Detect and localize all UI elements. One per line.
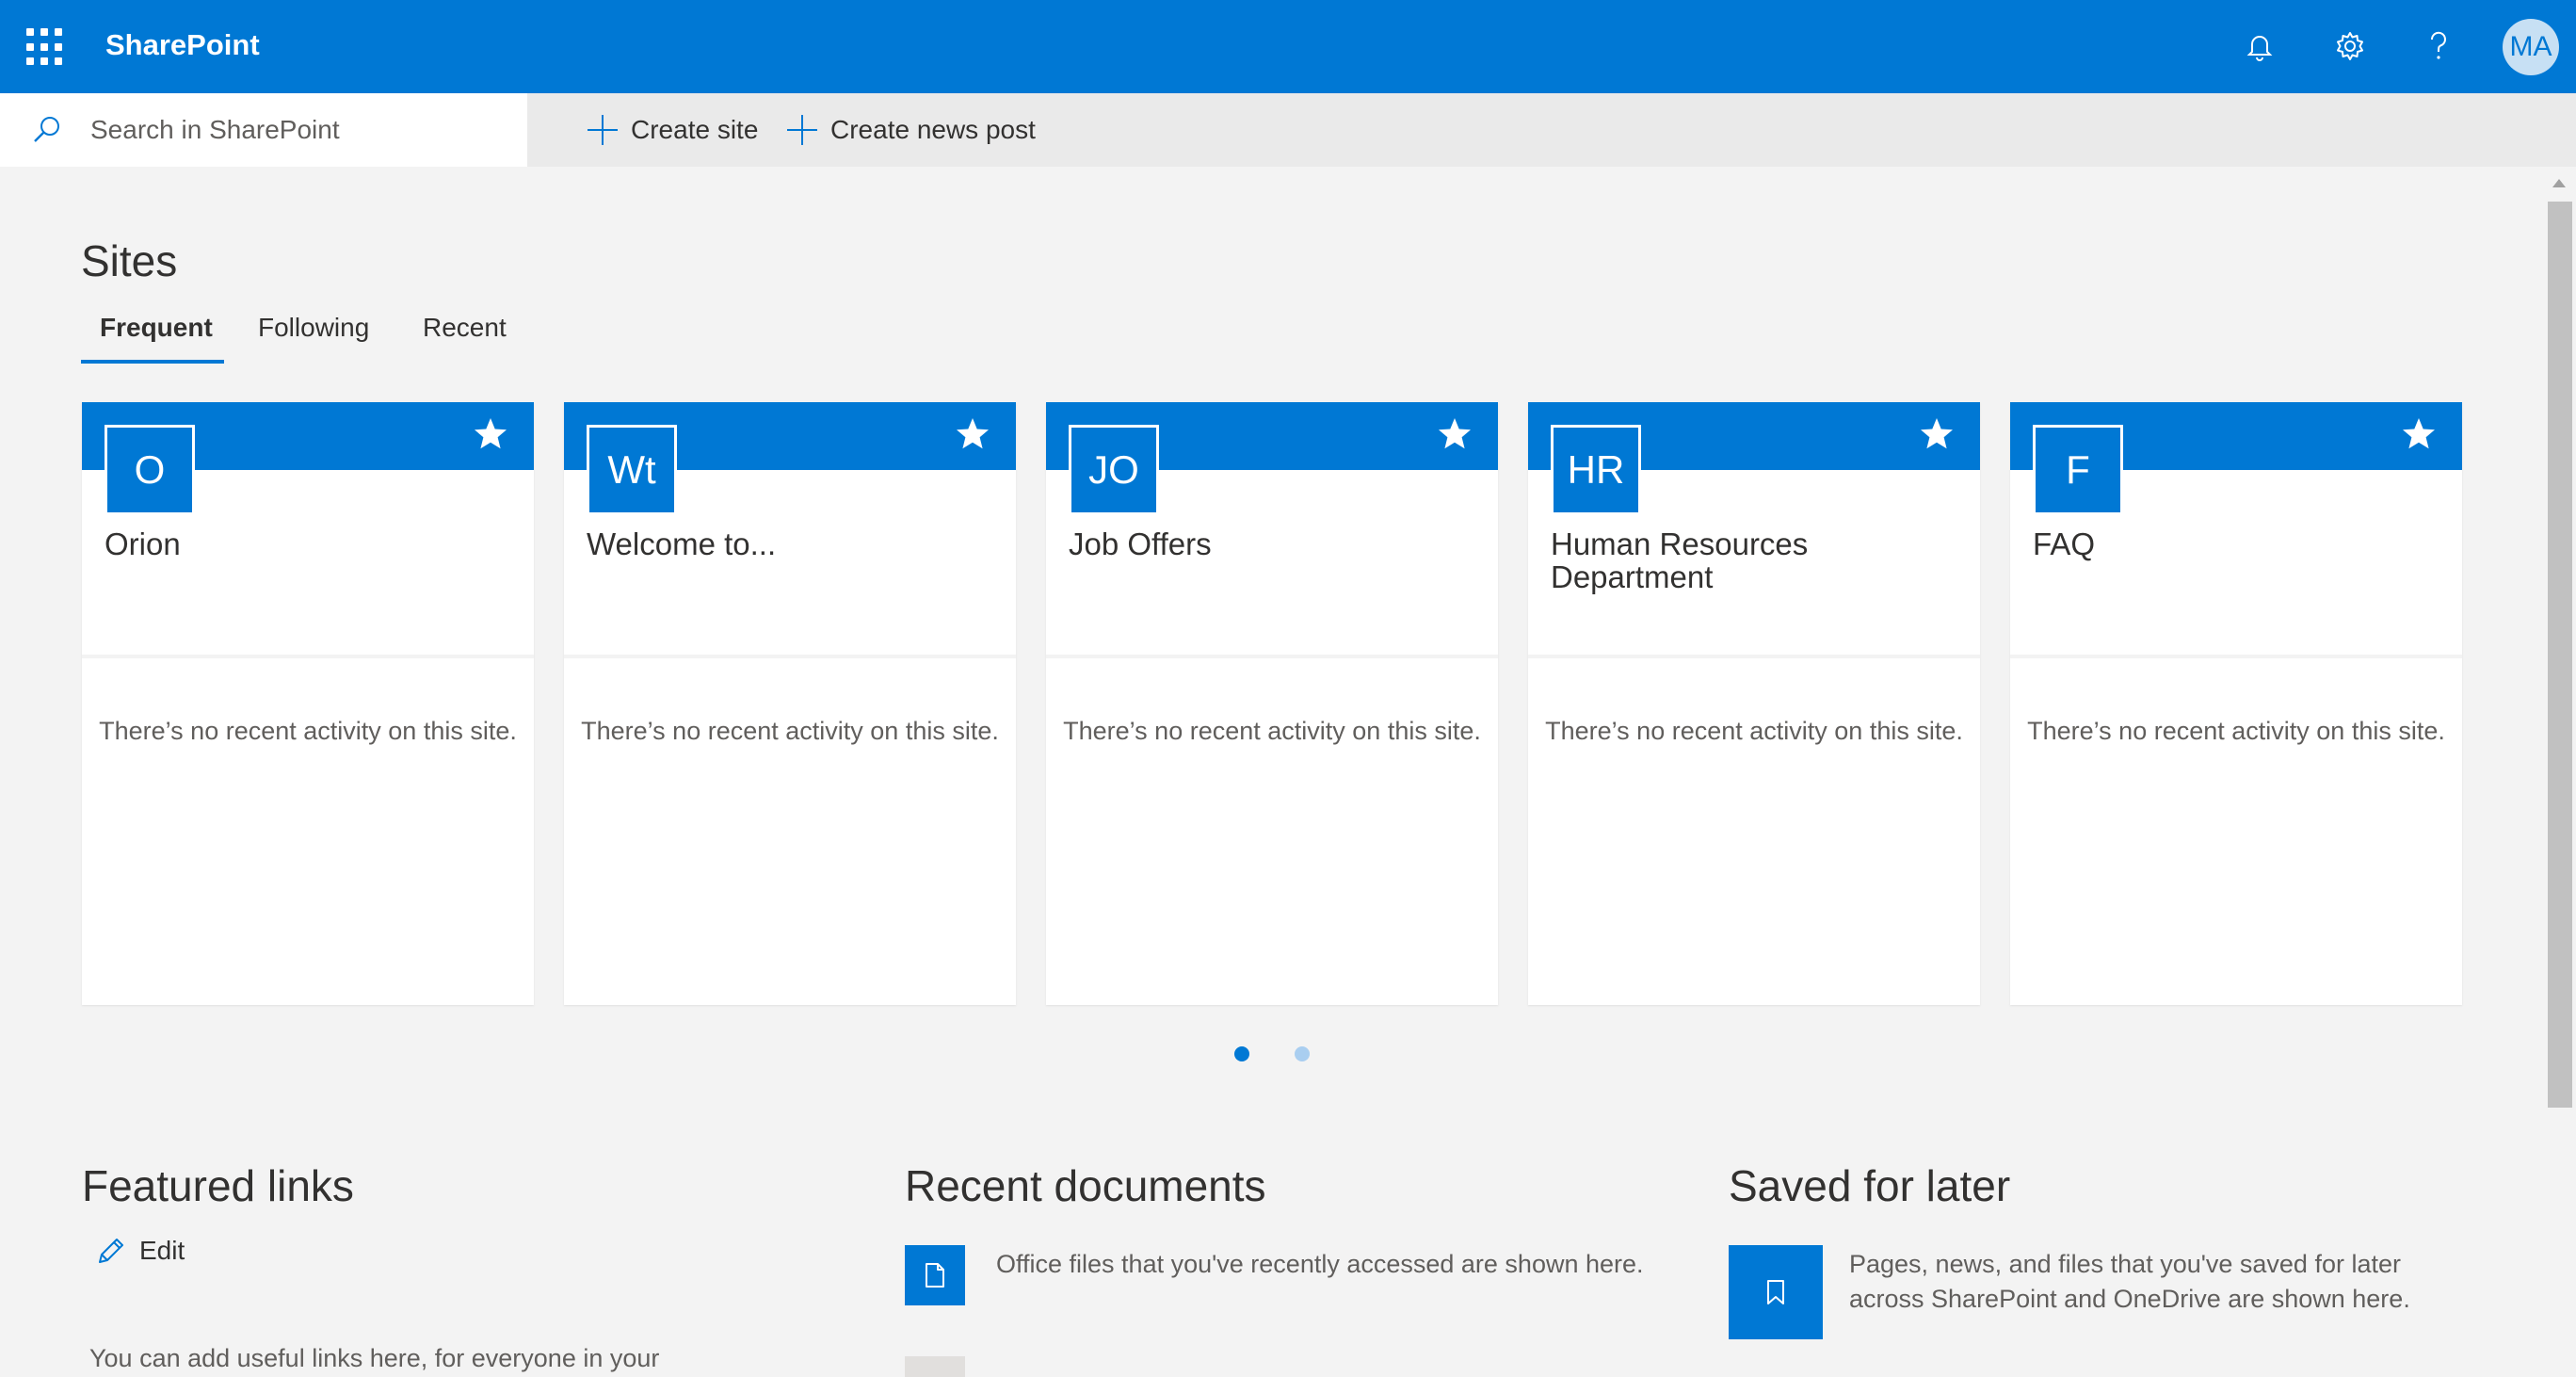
site-card[interactable]: Wt Welcome to... There’s no recent activ… xyxy=(564,402,1016,1005)
site-monogram: O xyxy=(105,425,195,515)
carousel-dot-page-1[interactable] xyxy=(1234,1046,1249,1061)
user-avatar[interactable]: MA xyxy=(2503,19,2559,75)
site-activity-text: There’s no recent activity on this site. xyxy=(1545,717,1963,745)
card-divider xyxy=(2010,655,2462,658)
settings-icon[interactable] xyxy=(2327,24,2373,69)
saved-for-later-heading: Saved for later xyxy=(1729,1161,2011,1210)
star-icon[interactable] xyxy=(472,415,509,453)
search-input[interactable] xyxy=(90,115,505,145)
create-news-post-label: Create news post xyxy=(830,115,1036,144)
scroll-up-arrow-icon[interactable] xyxy=(2552,179,2566,187)
star-icon[interactable] xyxy=(954,415,991,453)
recent-documents-heading: Recent documents xyxy=(905,1161,1266,1210)
search-box[interactable] xyxy=(0,93,527,167)
document-icon xyxy=(905,1245,965,1305)
site-title[interactable]: Job Offers xyxy=(1069,527,1473,560)
sites-heading: Sites xyxy=(81,236,178,285)
command-bar: Create site Create news post xyxy=(0,93,2576,167)
site-monogram: Wt xyxy=(587,425,677,515)
create-news-post-button[interactable]: Create news post xyxy=(785,93,1036,167)
tab-recent[interactable]: Recent xyxy=(423,313,507,343)
help-icon[interactable] xyxy=(2416,24,2461,69)
tab-following[interactable]: Following xyxy=(258,313,369,343)
bookmark-icon xyxy=(1729,1245,1823,1339)
featured-links-heading: Featured links xyxy=(82,1161,354,1210)
star-icon[interactable] xyxy=(2400,415,2438,453)
site-monogram: F xyxy=(2033,425,2123,515)
star-icon[interactable] xyxy=(1436,415,1473,453)
suite-bar: SharePoint MA xyxy=(0,0,2576,93)
card-divider xyxy=(1528,655,1980,658)
edit-links-button[interactable]: Edit xyxy=(94,1234,185,1268)
site-activity-text: There’s no recent activity on this site. xyxy=(99,717,517,745)
create-site-button[interactable]: Create site xyxy=(586,93,758,167)
pencil-icon xyxy=(94,1234,128,1268)
create-site-label: Create site xyxy=(631,115,759,144)
site-activity-text: There’s no recent activity on this site. xyxy=(2027,717,2445,745)
site-card[interactable]: JO Job Offers There’s no recent activity… xyxy=(1046,402,1498,1005)
saved-for-later-description: Pages, news, and files that you've saved… xyxy=(1849,1250,2410,1313)
notifications-icon[interactable] xyxy=(2237,24,2282,69)
featured-links-description: You can add useful links here, for every… xyxy=(89,1344,660,1372)
site-card[interactable]: F FAQ There’s no recent activity on this… xyxy=(2010,402,2462,1005)
carousel-dot-page-2[interactable] xyxy=(1295,1046,1310,1061)
edit-label: Edit xyxy=(139,1236,185,1265)
recent-documents-description: Office files that you've recently access… xyxy=(996,1250,1644,1278)
site-title[interactable]: Human Resources Department xyxy=(1551,527,1956,593)
app-launcher-icon[interactable] xyxy=(26,28,64,66)
active-tab-indicator xyxy=(81,360,224,364)
site-monogram: HR xyxy=(1551,425,1641,515)
site-monogram: JO xyxy=(1069,425,1159,515)
card-divider xyxy=(564,655,1016,658)
site-title[interactable]: Welcome to... xyxy=(587,527,991,560)
site-activity-text: There’s no recent activity on this site. xyxy=(1063,717,1481,745)
star-icon[interactable] xyxy=(1918,415,1956,453)
plus-icon xyxy=(586,113,620,147)
scrollbar-thumb[interactable] xyxy=(2548,202,2572,1108)
tab-frequent[interactable]: Frequent xyxy=(100,313,213,343)
site-title[interactable]: FAQ xyxy=(2033,527,2438,560)
site-activity-text: There’s no recent activity on this site. xyxy=(581,717,999,745)
card-divider xyxy=(1046,655,1498,658)
plus-icon xyxy=(785,113,819,147)
placeholder-tile xyxy=(905,1356,965,1377)
site-card[interactable]: HR Human Resources Department There’s no… xyxy=(1528,402,1980,1005)
site-title[interactable]: Orion xyxy=(105,527,509,560)
app-name[interactable]: SharePoint xyxy=(105,28,260,62)
card-divider xyxy=(82,655,534,658)
site-card[interactable]: O Orion There’s no recent activity on th… xyxy=(82,402,534,1005)
search-icon xyxy=(28,111,66,149)
